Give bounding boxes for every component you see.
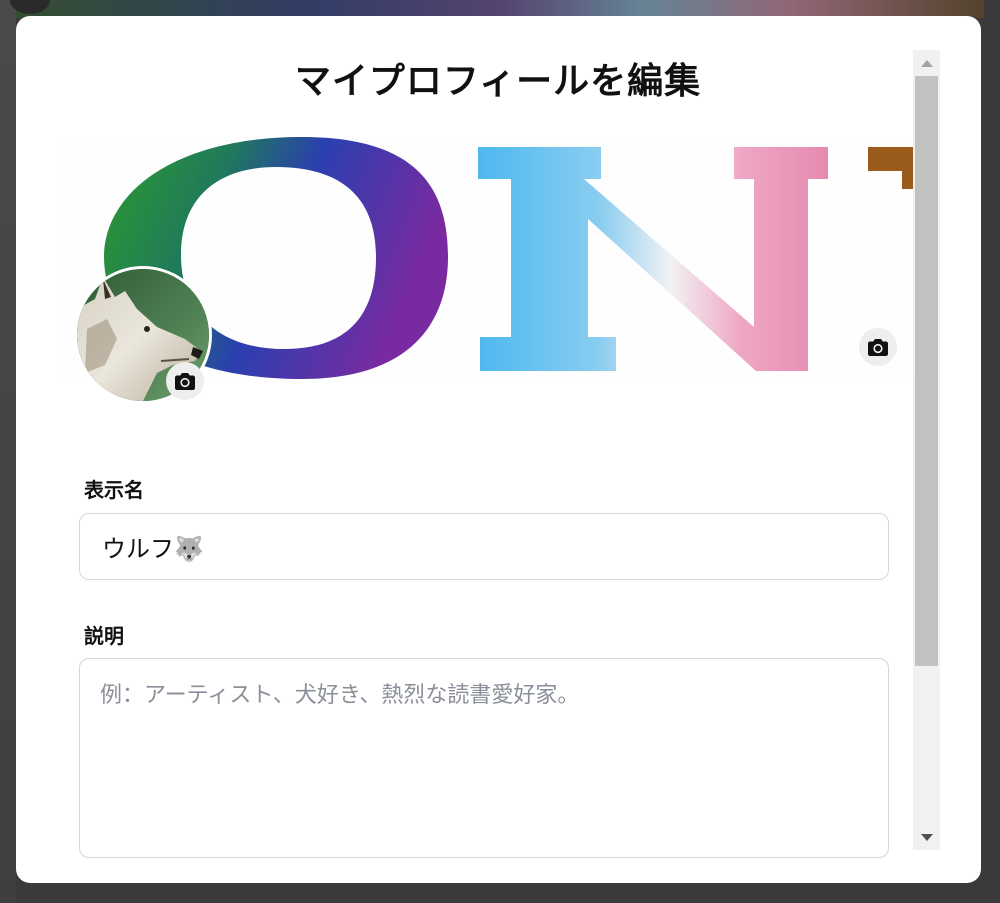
camera-icon xyxy=(175,372,195,390)
scroll-up-button[interactable] xyxy=(913,50,940,76)
scrollbar-thumb[interactable] xyxy=(915,76,938,666)
description-textarea[interactable]: 例：アーティスト、犬好き、熱烈な読書愛好家。 xyxy=(79,658,889,858)
camera-icon xyxy=(868,338,888,356)
display-name-label: 表示名 xyxy=(84,478,144,502)
edit-profile-dialog: マイプロフィールを編集 表示名 ウルフ🐺 説明 例：アーティスト、犬好き、熱烈な… xyxy=(16,16,981,883)
change-banner-button[interactable] xyxy=(859,328,897,366)
display-name-value: ウルフ🐺 xyxy=(102,535,204,563)
dialog-scroll-area: マイプロフィールを編集 表示名 ウルフ🐺 説明 例：アーティスト、犬好き、熱烈な… xyxy=(16,16,913,866)
display-name-input[interactable]: ウルフ🐺 xyxy=(79,513,889,580)
description-placeholder: 例：アーティスト、犬好き、熱烈な読書愛好家。 xyxy=(100,683,580,708)
triangle-down-icon xyxy=(920,833,933,841)
background-content xyxy=(0,0,16,903)
triangle-up-icon xyxy=(920,59,933,67)
dialog-scrollbar[interactable] xyxy=(913,50,940,850)
scroll-down-button[interactable] xyxy=(913,824,940,850)
dialog-title: マイプロフィールを編集 xyxy=(294,61,702,102)
change-avatar-button[interactable] xyxy=(166,362,204,400)
description-label: 説明 xyxy=(84,624,124,648)
